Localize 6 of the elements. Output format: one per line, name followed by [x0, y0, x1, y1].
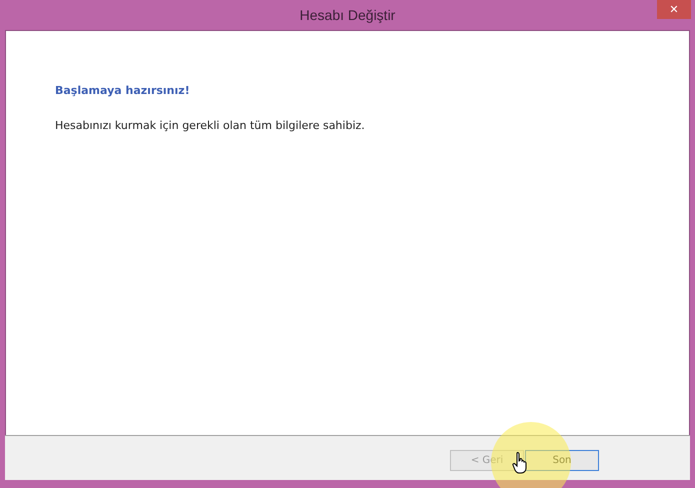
heading: Başlamaya hazırsınız!	[55, 84, 191, 97]
close-button[interactable]: ✕	[657, 0, 691, 19]
hand-cursor-icon	[512, 452, 528, 474]
message: Hesabınızı kurmak için gerekli olan tüm bilgilere sahibiz.	[55, 119, 366, 132]
wizard-button[interactable]: Son	[525, 450, 599, 470]
window-title: Hesabı Değiştir	[300, 7, 396, 23]
